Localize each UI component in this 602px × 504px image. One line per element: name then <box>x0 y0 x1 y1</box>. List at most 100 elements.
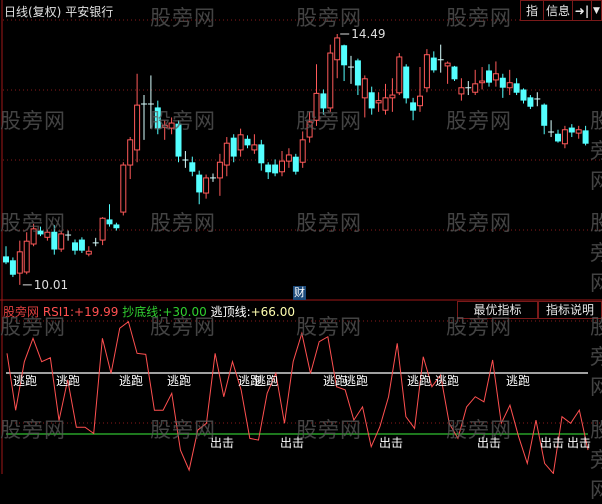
candle-body <box>568 127 575 133</box>
bottom-line-label: 抄底线: <box>122 305 163 319</box>
indicator-button[interactable]: 指 <box>520 0 544 21</box>
candle-body <box>44 231 51 238</box>
candle-body <box>237 134 244 151</box>
candle-body <box>78 239 85 251</box>
candle-body <box>285 154 292 162</box>
candle-body <box>244 138 251 146</box>
indicator-header: 股旁网 RSI1:+19.99 抄底线:+30.00 逃顶线:+66.00 <box>3 303 295 320</box>
buy-signal-label: 出击 <box>210 436 235 450</box>
bottom-line-value: +30.00 <box>162 305 207 319</box>
candle-body <box>306 121 313 138</box>
sell-signal-label: 逃跑 <box>13 374 38 388</box>
sell-signal-label: 逃跑 <box>119 374 144 388</box>
candle-body <box>230 137 237 157</box>
candle-body <box>541 104 548 126</box>
candle-body <box>472 83 479 93</box>
candle-body <box>354 60 361 86</box>
buy-signal-label: 出击 <box>379 436 404 450</box>
min-price-label: 10.01 <box>34 278 68 292</box>
candle-body <box>9 260 16 275</box>
candle-body <box>251 144 258 151</box>
candle-body <box>265 164 272 173</box>
candle-body <box>106 219 113 225</box>
candle-body <box>499 77 506 88</box>
candle-body <box>113 224 120 229</box>
candle-body <box>396 56 403 94</box>
arrow-right-bar-icon[interactable]: ➜| <box>572 0 592 21</box>
candle-body <box>223 142 230 166</box>
candle-body <box>127 139 134 166</box>
buy-signal-label: 出击 <box>280 436 305 450</box>
candle-body <box>279 160 285 173</box>
finance-badge[interactable]: 财 <box>293 286 306 300</box>
candle-body <box>334 37 341 61</box>
best-indicator-button[interactable]: 最优指标 <box>457 301 538 319</box>
candle-body <box>403 66 410 99</box>
sell-signal-label: 逃跑 <box>407 374 432 388</box>
buy-signal-label: 出击 <box>540 436 565 450</box>
rsi-label: RSI1: <box>42 305 75 319</box>
candle-body <box>555 133 561 142</box>
sell-signal-label: 逃跑 <box>56 374 81 388</box>
candle-body <box>85 250 92 255</box>
indicator-help-button[interactable]: 指标说明 <box>538 301 602 319</box>
candle-body <box>23 240 30 273</box>
candle-body <box>375 100 382 104</box>
candle-body <box>410 102 417 111</box>
buy-signal-label: 出击 <box>567 436 592 450</box>
candle-body <box>258 144 265 164</box>
candle-body <box>313 92 320 121</box>
sell-signal-label: 逃跑 <box>167 374 192 388</box>
candle-body <box>203 177 210 194</box>
max-price-label: 14.49 <box>351 27 385 41</box>
candle-body <box>320 93 327 109</box>
sell-signal-label: 逃跑 <box>435 374 460 388</box>
candle-body <box>175 123 182 157</box>
candle-body <box>120 164 127 213</box>
candle-body <box>368 92 375 109</box>
candle-body <box>37 230 44 235</box>
candle-body <box>417 95 423 107</box>
candle-body <box>216 161 223 179</box>
period-label[interactable]: 日线(复权) <box>4 5 61 19</box>
candle-body <box>341 45 348 66</box>
candle-body <box>582 130 589 144</box>
candle-body <box>506 82 513 89</box>
rsi-value: +19.99 <box>74 305 119 319</box>
candle-body <box>3 256 9 263</box>
candle-body <box>423 54 430 89</box>
candle-body <box>134 104 141 151</box>
stock-name: 平安银行 <box>65 5 114 19</box>
candle-body <box>575 129 582 134</box>
candle-body <box>444 62 451 67</box>
candle-body <box>16 251 23 274</box>
info-button[interactable]: 信息 <box>543 0 573 21</box>
sell-signal-label: 逃跑 <box>344 374 369 388</box>
candle-body <box>272 164 279 174</box>
candle-body <box>492 73 499 81</box>
top-line-label: 逃顶线: <box>210 305 251 319</box>
top-line-value: +66.00 <box>250 305 296 319</box>
candle-body <box>389 94 396 99</box>
candle-body <box>479 80 486 84</box>
candle-body <box>327 52 334 109</box>
chart-title: 日线(复权) 平安银行 <box>4 3 113 20</box>
candle-body <box>99 217 106 241</box>
candle-body <box>58 233 65 250</box>
candle-body <box>513 83 520 93</box>
candle-body <box>30 228 37 245</box>
candle-body <box>189 162 196 172</box>
candle-body <box>561 129 568 145</box>
chart-canvas: 14.49 10.01 <box>0 0 602 474</box>
candle-body <box>292 156 299 172</box>
candle-body <box>168 122 175 129</box>
candle-body <box>486 70 492 83</box>
sell-signal-label: 逃跑 <box>254 374 279 388</box>
candle-body <box>458 87 465 95</box>
candle-body <box>72 242 78 251</box>
candle-body <box>51 231 58 250</box>
chevron-down-icon[interactable]: ▼ <box>591 0 602 21</box>
candle-body <box>154 107 161 129</box>
indicator-name: 股旁网 <box>3 305 40 319</box>
sell-signal-label: 逃跑 <box>506 374 531 388</box>
